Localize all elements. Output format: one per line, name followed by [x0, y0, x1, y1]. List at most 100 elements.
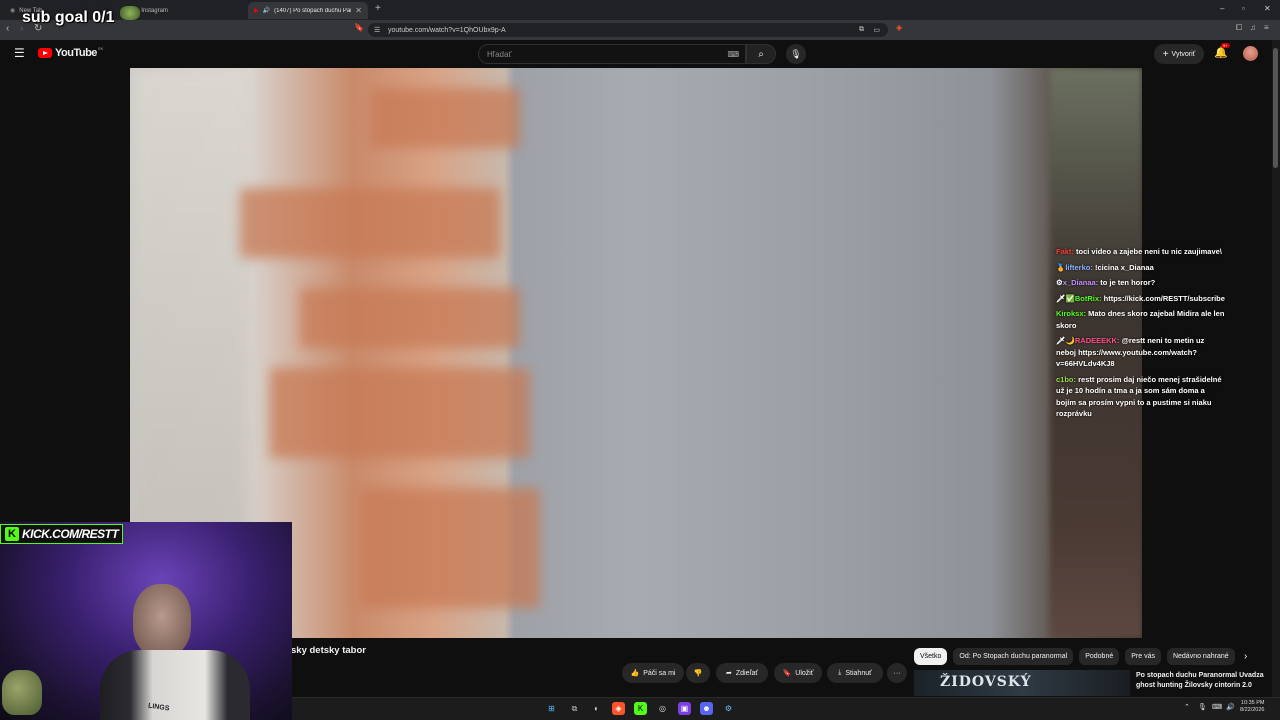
recommended-video-thumbnail[interactable]: ŽIDOVSKÝ [914, 670, 1130, 696]
maximize-button[interactable]: ▫ [1242, 4, 1245, 13]
tab-youtube-active[interactable]: ▶ 🔊 (1407) Po stopach duchu Para... ✕ [248, 2, 368, 19]
kick-app-icon[interactable]: K [634, 702, 647, 715]
scrollbar-thumb[interactable] [1273, 48, 1278, 168]
dislike-button[interactable]: 👎 [686, 663, 710, 683]
brave-shield-icon[interactable]: ◈ [896, 23, 902, 32]
steam-icon[interactable]: ⚙ [722, 702, 735, 715]
notification-badge: 9+ [1221, 43, 1230, 48]
volume-icon[interactable]: 🔊 [1226, 703, 1235, 711]
site-info-icon[interactable]: ☰ [374, 26, 380, 34]
video-frame-brick [370, 88, 520, 148]
download-button[interactable]: ⤓ Stiahnuť [827, 663, 883, 683]
chat-user: RADEEEKK: [1074, 336, 1120, 345]
audio-playing-icon: 🔊 [262, 8, 271, 14]
discord-icon[interactable]: ☻ [700, 702, 713, 715]
search-input[interactable]: Hľadať ⌨ [478, 44, 746, 64]
like-button[interactable]: 👍 Páči sa mi [622, 663, 684, 683]
chip-for-you[interactable]: Pre vás [1125, 648, 1161, 665]
chat-message: 🏅lifterko: !cicina x_Dianaa [1056, 262, 1154, 272]
youtube-favicon-icon: ▶ [254, 8, 259, 14]
chat-user: x_Dianaa: [1062, 278, 1099, 287]
chip-related[interactable]: Podobné [1079, 648, 1120, 665]
kick-banner: K KICK.COM/RESTT [0, 524, 124, 544]
youtube-logo[interactable]: YouTube SK [38, 46, 103, 59]
avatar[interactable] [1243, 46, 1258, 61]
streamer-face [133, 584, 191, 656]
recommendation-chips: Všetko Od: Po Stopach duchu paranormal P… [914, 648, 1235, 666]
brave-browser-icon[interactable]: ◈ [612, 702, 625, 715]
tab-close-icon[interactable]: ✕ [355, 6, 362, 15]
chat-user: c1bo: [1056, 374, 1077, 384]
chat-user: BotRix: [1074, 293, 1102, 303]
hamburger-menu-icon[interactable]: ☰ [14, 46, 25, 60]
share-icon: ➦ [725, 670, 732, 677]
recommended-video-title[interactable]: Po stopach duchu Paranormal Uvadza ghost… [1136, 671, 1266, 691]
windows-start-icon[interactable]: ⊞ [545, 702, 558, 715]
kick-logo-icon: K [5, 527, 19, 541]
chat-message: ⚙x_Dianaa: to je ten horor? [1056, 278, 1156, 287]
video-frame-brick [300, 288, 520, 348]
chevron-right-icon[interactable]: › [1244, 651, 1247, 662]
browser-toolbar: ‹ › ↻ 🔖 ☰ youtube.com/watch?v=1QhOUbx9p-… [0, 20, 1280, 40]
new-tab-button[interactable]: + [375, 3, 381, 14]
network-icon[interactable]: ⌨ [1212, 703, 1222, 711]
plus-icon: + [1162, 48, 1169, 60]
minimize-button[interactable]: – [1220, 4, 1224, 13]
chip-all[interactable]: Všetko [914, 648, 948, 665]
bell-icon: 🔔 [1214, 47, 1228, 59]
tray-chevron-icon[interactable]: ⌃ [1184, 703, 1190, 711]
task-view-icon[interactable]: ⧉ [568, 702, 581, 715]
microphone-icon: 🎙 [790, 48, 802, 59]
more-actions-button[interactable]: ··· [887, 663, 907, 683]
video-frame-brick [270, 368, 530, 458]
search-button[interactable]: ⌕ [746, 44, 776, 64]
sub-goal-overlay: sub goal 0/1 [22, 9, 115, 26]
badge-icon: 🗡✅ [1056, 293, 1075, 303]
badge-icon: ⚙ [1056, 278, 1063, 287]
chat-message: 🗡✅BotRix: https://kick.com/RESTT/subscri… [1056, 293, 1225, 303]
new-tab-icon: ◉ [10, 8, 16, 14]
chat-message: Fakt: toci video a zajebe neni tu nic za… [1056, 247, 1222, 256]
badge-icon: 🏅 [1056, 262, 1066, 272]
create-button[interactable]: + Vytvoriť [1154, 44, 1204, 64]
microphone-tray-icon[interactable]: 🎙 [1198, 703, 1207, 711]
search-icon: ⌕ [758, 48, 764, 60]
share-button[interactable]: ➦ Zdieľať [716, 663, 768, 683]
bookmark-save-icon: 🔖 [782, 670, 792, 677]
address-bar[interactable]: ☰ youtube.com/watch?v=1QhOUbx9p-A ⧉ ▭ [368, 23, 888, 37]
streamer-body [100, 650, 250, 720]
badge-icon: 🗡🌙 [1056, 336, 1075, 345]
browser-tab-strip: ◉ New Tab ◎ Instagram ▶ 🔊 (1407) Po stop… [0, 0, 1280, 20]
save-button[interactable]: 🔖 Uložiť [774, 663, 822, 683]
obs-icon[interactable]: ◎ [656, 702, 669, 715]
app-icon[interactable]: ◐ [590, 702, 603, 715]
close-window-button[interactable]: ✕ [1264, 4, 1271, 13]
notifications-button[interactable]: 🔔 9+ [1214, 43, 1230, 59]
chip-from-channel[interactable]: Od: Po Stopach duchu paranormal [953, 648, 1074, 665]
pepe-emote-icon [120, 6, 140, 20]
chip-recently-uploaded[interactable]: Nedávno nahrané [1166, 648, 1235, 665]
bookmark-icon[interactable]: 🔖 [354, 23, 364, 32]
video-frame-brick [360, 488, 540, 608]
keyboard-icon[interactable]: ⌨ [727, 50, 739, 59]
media-icon[interactable]: ♫ [1250, 23, 1256, 32]
twitch-icon[interactable]: ▣ [678, 702, 691, 715]
chat-message: c1bo: restt prosim daj niečo menej straš… [1056, 374, 1222, 419]
download-icon: ⤓ [838, 669, 842, 676]
menu-icon[interactable]: ≡ [1264, 23, 1269, 32]
youtube-play-icon [38, 48, 52, 58]
chat-user: Fakt: [1056, 247, 1074, 256]
back-icon[interactable]: ‹ [6, 23, 9, 34]
chat-user: lifterko: [1065, 262, 1093, 272]
frog-mascot-icon [2, 670, 42, 715]
video-title: sky detsky tabor [291, 645, 366, 656]
video-frame-brick [240, 188, 500, 258]
taskbar-clock[interactable]: 10:35 PM 8/22/2026 [1240, 700, 1264, 714]
cast-icon[interactable]: ▭ [873, 26, 880, 34]
tab-instagram[interactable]: ◎ Instagram [126, 2, 244, 19]
translate-icon[interactable]: ⧉ [859, 26, 864, 34]
voice-search-button[interactable]: 🎙 [786, 44, 806, 64]
chat-message: Kiroksx: Mato dnes skoro zajebal Midira … [1056, 309, 1225, 330]
chat-user: Kiroksx: [1056, 309, 1087, 318]
extensions-icon[interactable]: ⧠ [1236, 23, 1242, 33]
